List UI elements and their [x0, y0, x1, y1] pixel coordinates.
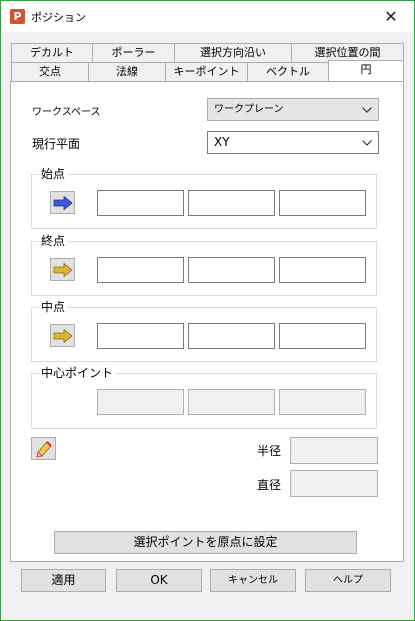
end-z-field[interactable] — [279, 257, 366, 283]
set-origin-button[interactable]: 選択ポイントを原点に設定 — [54, 531, 357, 554]
current-plane-value: XY — [214, 135, 230, 149]
center-x-field — [97, 389, 184, 415]
title-bar: P ポジション ✕ — [1, 1, 414, 32]
mid-x-field[interactable] — [97, 323, 184, 349]
center-y-field — [188, 389, 275, 415]
cancel-button[interactable]: キャンセル — [210, 569, 296, 592]
position-dialog: P ポジション ✕ デカルト ポーラー 選択方向沿い 選択位置の間 交点 法線 … — [0, 0, 415, 621]
window-title: ポジション — [31, 11, 86, 24]
edit-pencil-button[interactable] — [31, 437, 56, 460]
blue-arrow-icon — [53, 195, 73, 210]
current-plane-dropdown[interactable]: XY — [207, 131, 379, 154]
radius-label: 半径 — [257, 444, 282, 458]
circle-tab-panel: ワークスペース ワークプレーン 現行平面 XY 始点 終点 中点 中心ポイント … — [10, 81, 404, 562]
tab-circle[interactable]: 円 — [328, 60, 404, 81]
tab-normal[interactable]: 法線 — [88, 62, 166, 81]
tab-cartesian[interactable]: デカルト — [11, 43, 93, 62]
start-y-field[interactable] — [188, 190, 275, 216]
end-point-group: 終点 — [31, 234, 377, 296]
tab-polar[interactable]: ポーラー — [92, 43, 175, 62]
mid-point-title: 中点 — [39, 300, 68, 314]
close-button[interactable]: ✕ — [368, 1, 414, 32]
workspace-label: ワークスペース — [32, 107, 101, 118]
center-point-title: 中心ポイント — [39, 366, 116, 380]
start-z-field[interactable] — [279, 190, 366, 216]
center-point-group: 中心ポイント — [31, 366, 377, 429]
chevron-down-icon — [361, 132, 373, 153]
tab-along-direction[interactable]: 選択方向沿い — [174, 43, 292, 62]
radius-field — [290, 437, 378, 464]
ok-button[interactable]: OK — [116, 569, 202, 592]
mid-z-field[interactable] — [279, 323, 366, 349]
center-z-field — [279, 389, 366, 415]
start-x-field[interactable] — [97, 190, 184, 216]
workspace-dropdown[interactable]: ワークプレーン — [207, 98, 379, 121]
tab-intersection[interactable]: 交点 — [11, 62, 89, 81]
pick-end-point-button[interactable] — [50, 258, 75, 281]
chevron-down-icon — [361, 99, 373, 120]
tab-keypoint[interactable]: キーポイント — [165, 62, 248, 81]
current-plane-label: 現行平面 — [32, 137, 81, 151]
start-point-title: 始点 — [39, 167, 68, 181]
pencil-icon — [35, 440, 52, 458]
pick-mid-point-button[interactable] — [50, 324, 75, 347]
mid-y-field[interactable] — [188, 323, 275, 349]
start-point-group: 始点 — [31, 167, 377, 229]
help-button[interactable]: ヘルプ — [305, 569, 391, 592]
tab-vector[interactable]: ベクトル — [247, 62, 329, 81]
diameter-field — [290, 470, 378, 497]
workspace-value: ワークプレーン — [214, 104, 284, 115]
app-icon: P — [10, 9, 25, 24]
diameter-label: 直径 — [257, 478, 282, 492]
yellow-arrow-icon — [53, 262, 73, 277]
pick-start-point-button[interactable] — [50, 191, 75, 214]
mid-point-group: 中点 — [31, 300, 377, 362]
end-x-field[interactable] — [97, 257, 184, 283]
yellow-arrow-icon — [53, 328, 73, 343]
apply-button[interactable]: 適用 — [21, 569, 106, 592]
end-y-field[interactable] — [188, 257, 275, 283]
end-point-title: 終点 — [39, 234, 68, 248]
